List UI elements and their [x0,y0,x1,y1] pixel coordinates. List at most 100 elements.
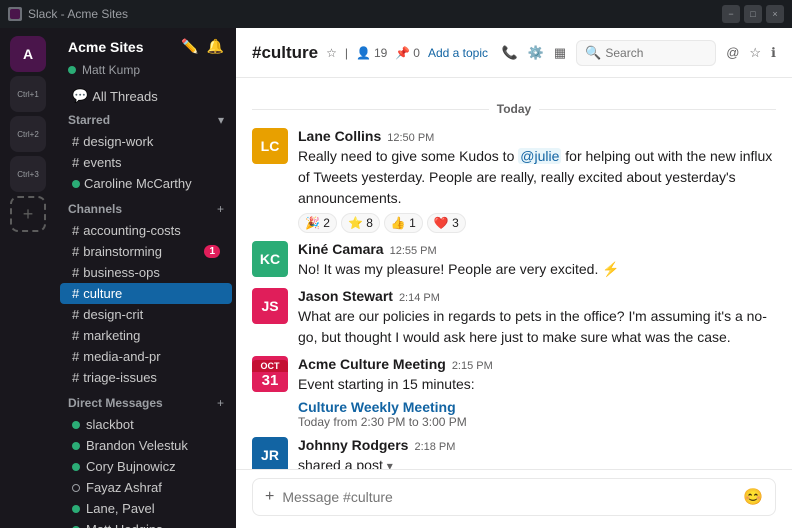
maximize-button[interactable]: □ [744,5,762,23]
all-threads-item[interactable]: 💬 All Threads [60,85,232,107]
design-work-left: # design-work [72,134,153,149]
dm-fayaz[interactable]: Fayaz Ashraf [60,477,232,498]
workspace-num-2[interactable]: Ctrl+2 [10,116,46,152]
dm-cory[interactable]: Cory Bujnowicz [60,456,232,477]
workspace-icon[interactable]: A [10,36,46,72]
sidebar-item-business-ops[interactable]: # business-ops [60,262,232,283]
message-kine: KC Kiné Camara 12:55 PM No! It was my pl… [236,237,792,284]
johnny-text: shared a post ▾ [298,455,776,469]
channel-name: #culture [252,43,318,63]
sidebar-item-culture[interactable]: # culture [60,283,232,304]
search-icon: 🔍 [585,45,601,61]
brainstorming-left: # brainstorming [72,244,162,259]
reaction-heart[interactable]: ❤️ 3 [427,213,466,233]
reaction-party[interactable]: 🎉 2 [298,213,337,233]
bell-icon[interactable]: 🔔 [207,38,224,55]
sidebar-item-design-work[interactable]: # design-work [60,131,232,152]
message-lane: LC Lane Collins 12:50 PM Really need to … [236,124,792,237]
design-work-label: design-work [83,134,153,149]
reaction-star[interactable]: ⭐ 8 [341,213,380,233]
window-controls[interactable]: − □ × [722,5,784,23]
sidebar-item-design-crit[interactable]: # design-crit [60,304,232,325]
dm-lane[interactable]: Lane, Pavel [60,498,232,519]
sidebar-item-caroline[interactable]: Caroline McCarthy [60,173,232,194]
lane-header: Lane Collins 12:50 PM [298,128,776,144]
reaction-thumbs[interactable]: 👍 1 [384,213,423,233]
layout-icon[interactable]: ▦ [554,45,566,61]
kine-avatar: KC [252,241,288,277]
channels-section-header[interactable]: Channels + [56,198,236,220]
workspace-num-1[interactable]: Ctrl+1 [10,76,46,112]
calendar-content: Acme Culture Meeting 2:15 PM Event start… [298,356,776,429]
sidebar-item-events[interactable]: # events [60,152,232,173]
calendar-month: OCT [252,360,288,372]
workspace-num-3-label: Ctrl+3 [17,170,39,179]
at-icon[interactable]: @ [726,45,739,60]
dm-brandon[interactable]: Brandon Velestuk [60,435,232,456]
edit-icon[interactable]: ✏️ [181,38,198,55]
add-topic-button[interactable]: Add a topic [428,46,488,60]
bookmark-icon[interactable]: ☆ [749,45,761,61]
jason-avatar: JS [252,288,288,324]
jason1-header: Jason Stewart 2:14 PM [298,288,776,304]
close-button[interactable]: × [766,5,784,23]
hash-icon: # [72,223,79,238]
dm-matt[interactable]: Matt Hodgins [60,519,232,528]
events-label: events [83,155,121,170]
gear-icon[interactable]: ⚙️ [528,45,544,61]
emoji-icon[interactable]: 😊 [743,487,763,507]
caroline-left: Caroline McCarthy [72,176,192,191]
channel-meta: ☆ | 👤 19 📌 0 Add a topic [326,46,488,60]
sidebar-item-brainstorming[interactable]: # brainstorming 1 [60,241,232,262]
starred-section-header[interactable]: Starred ▾ [56,109,236,131]
kine-text: No! It was my pleasure! People are very … [298,259,776,280]
lane-mention[interactable]: @julie [518,148,561,164]
brandon-label: Brandon Velestuk [86,438,188,453]
message-input[interactable] [282,489,735,505]
calendar-text: Event starting in 15 minutes: [298,374,776,395]
info-icon[interactable]: ℹ [771,45,776,61]
search-box[interactable]: 🔍 [576,40,716,66]
workspace-num-3[interactable]: Ctrl+3 [10,156,46,192]
dm-section: Direct Messages + slackbot Brandon Veles… [56,390,236,528]
lane-text: Really need to give some Kudos to @julie… [298,146,776,209]
plus-icon[interactable]: + [265,488,274,506]
message-calendar: OCT 31 Acme Culture Meeting 2:15 PM Even… [236,352,792,433]
sidebar-item-accounting-costs[interactable]: # accounting-costs [60,220,232,241]
member-count: | [345,46,348,60]
sidebar-item-media-and-pr[interactable]: # media-and-pr [60,346,232,367]
star-icon[interactable]: ☆ [326,46,337,60]
calendar-avatar: OCT 31 [252,356,288,392]
accounting-costs-left: # accounting-costs [72,223,181,238]
slackbot-label: slackbot [86,417,134,432]
members-meta: 👤 19 [356,46,387,60]
marketing-left: # marketing [72,328,140,343]
sidebar-item-triage-issues[interactable]: # triage-issues [60,367,232,388]
hash-icon: # [72,244,79,259]
dm-section-header[interactable]: Direct Messages + [56,392,236,414]
marketing-label: marketing [83,328,140,343]
workspace-name: Acme Sites [68,39,143,55]
event-title[interactable]: Culture Weekly Meeting [298,399,776,415]
dm-slackbot[interactable]: slackbot [60,414,232,435]
main-content: #culture ☆ | 👤 19 📌 0 Add a topic 📞 [236,28,792,528]
phone-icon[interactable]: 📞 [502,45,518,61]
hash-icon: # [72,328,79,343]
channels-chevron-icon: + [217,202,224,216]
sidebar-item-marketing[interactable]: # marketing [60,325,232,346]
kine-author: Kiné Camara [298,241,384,257]
add-workspace-button[interactable]: + [10,196,46,232]
channel-sidebar: Acme Sites ✏️ 🔔 Matt Kump 💬 All Threads … [56,28,236,528]
culture-label: culture [83,286,122,301]
sidebar-header-icons: ✏️ 🔔 [181,38,224,55]
search-input[interactable] [605,46,707,60]
member-count-label: 19 [374,46,387,60]
shared-post-label: shared a post [298,457,383,469]
titlebar-left: Slack - Acme Sites [8,7,128,21]
app-icon [8,7,22,21]
media-pr-left: # media-and-pr [72,349,161,364]
message-input-area: + 😊 [236,469,792,528]
minimize-button[interactable]: − [722,5,740,23]
events-left: # events [72,155,122,170]
lane-author: Lane Collins [298,128,381,144]
